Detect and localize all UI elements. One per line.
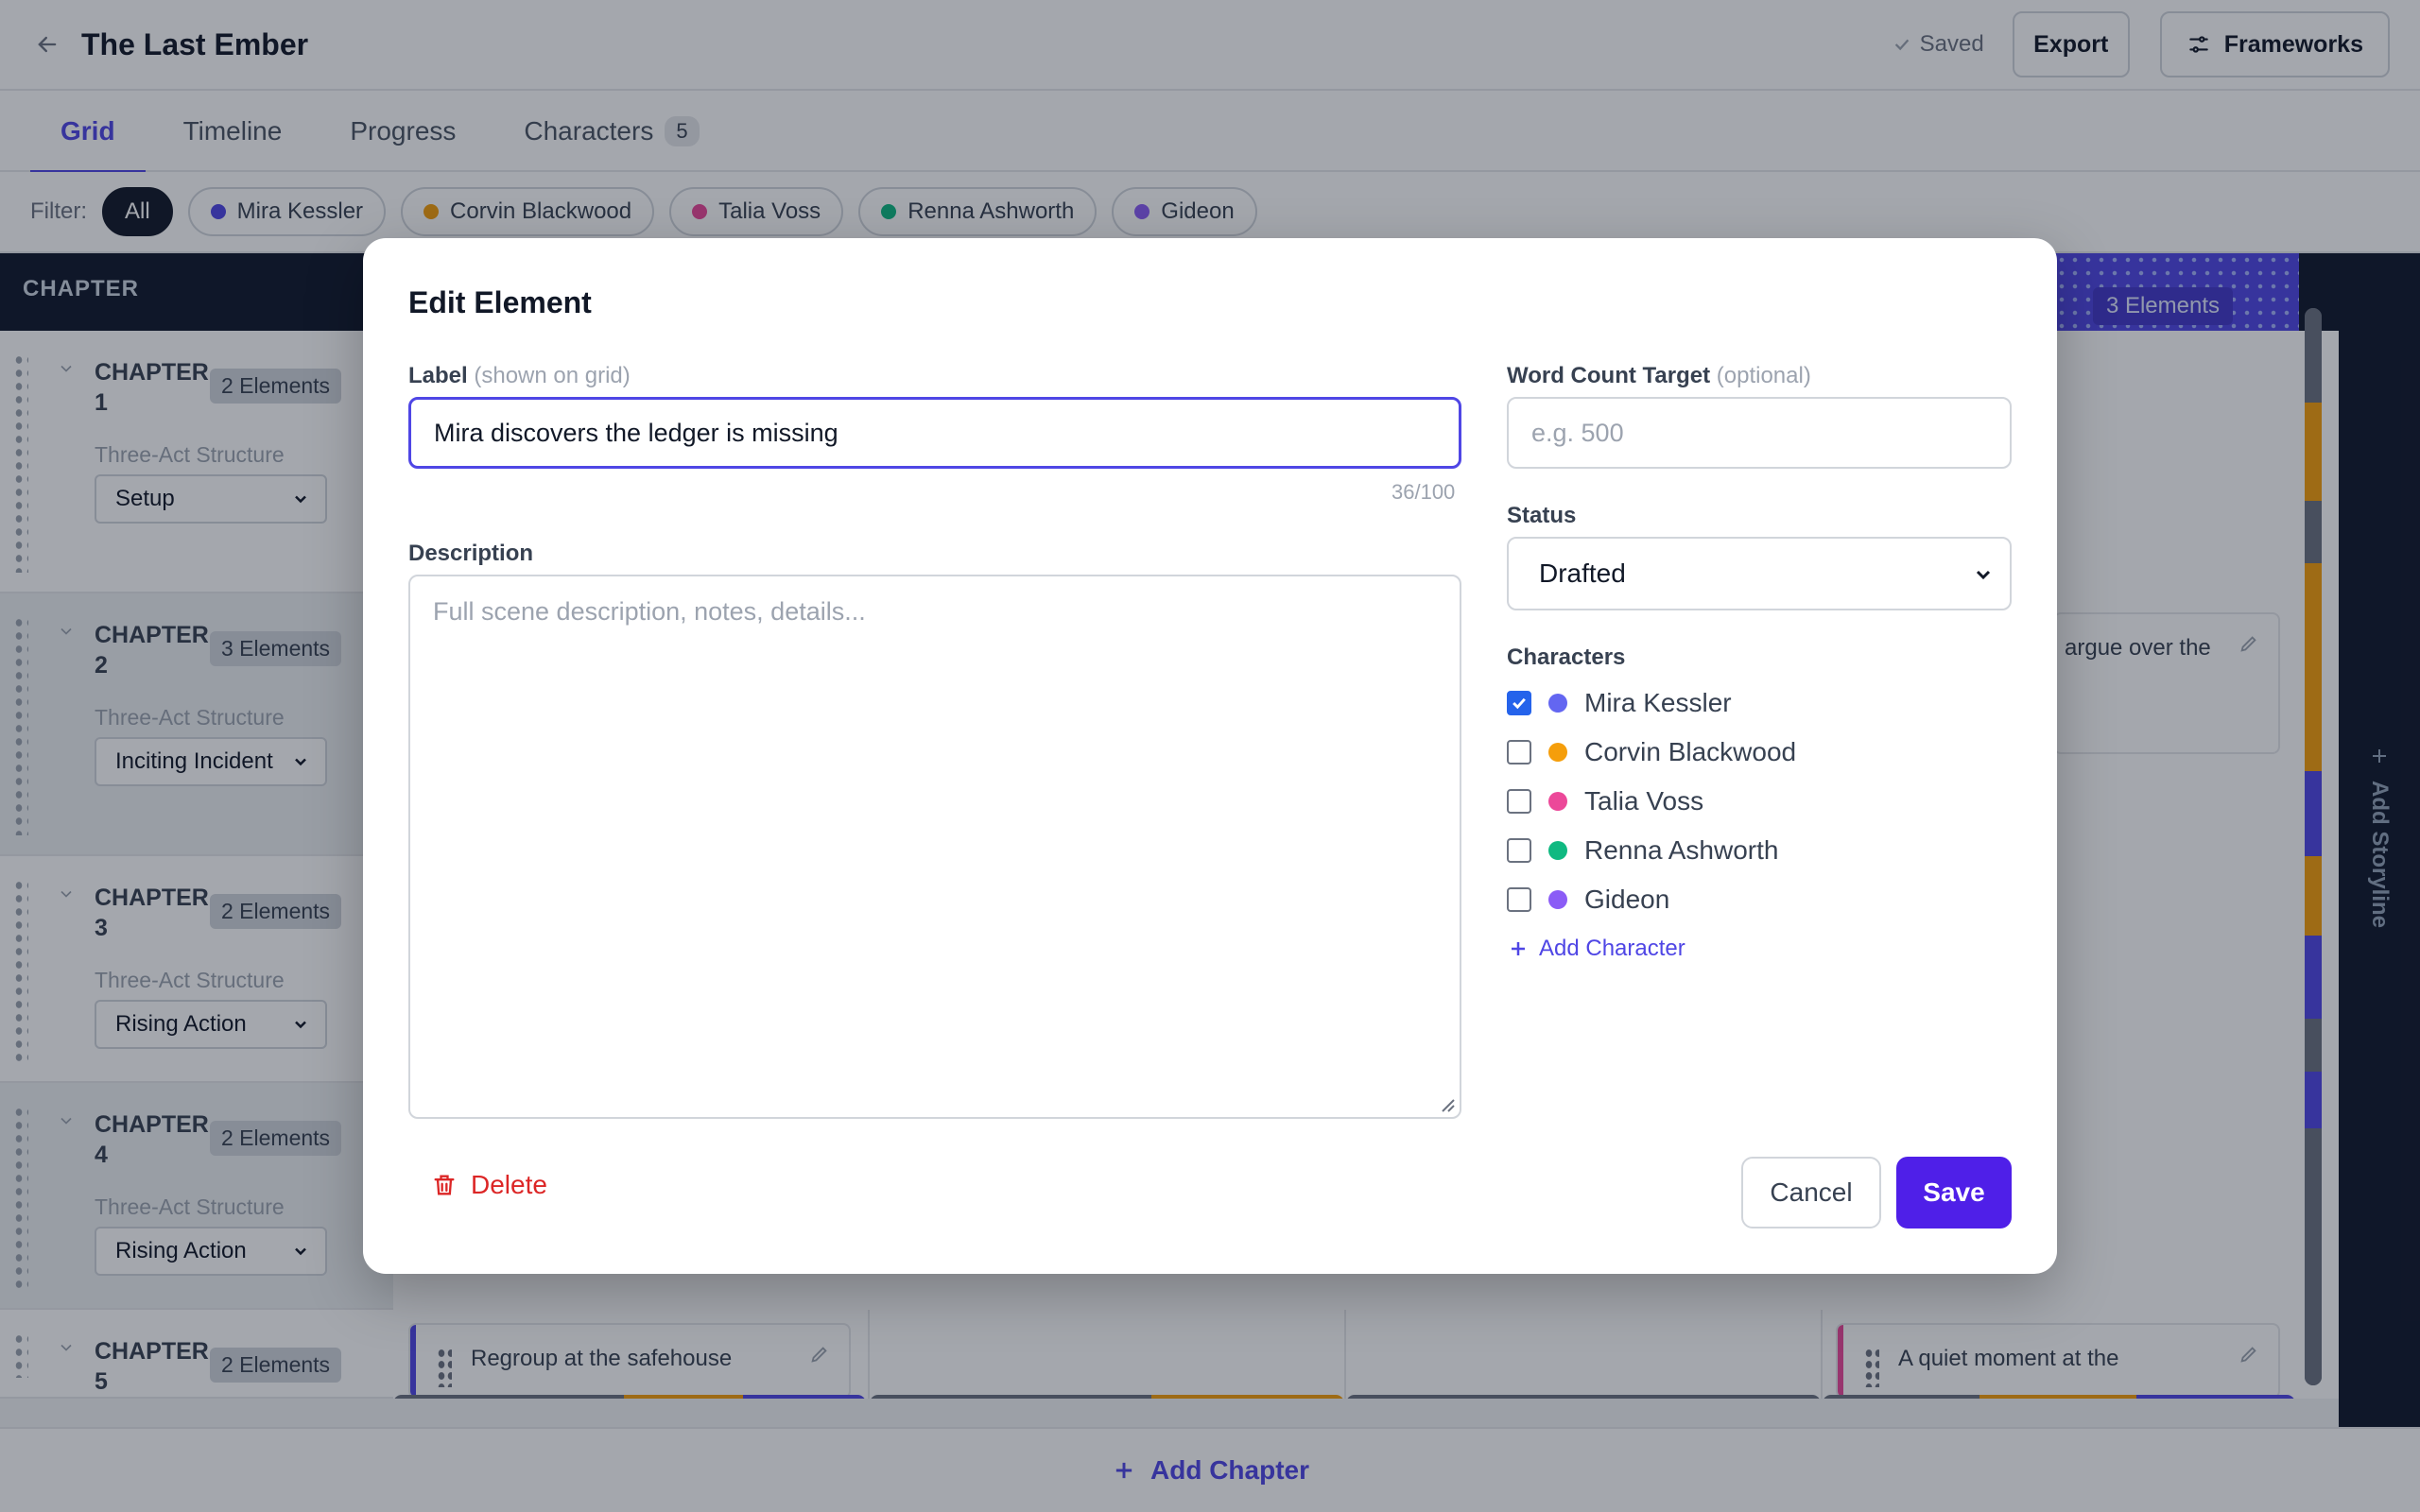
label-hint: (shown on grid) — [474, 363, 631, 388]
word-count-label: Word Count Target (optional) — [1507, 363, 1811, 389]
status-label: Status — [1507, 503, 1577, 528]
save-button[interactable]: Save — [1896, 1157, 2012, 1228]
add-character-link[interactable]: Add Character — [1507, 936, 1685, 962]
color-dot — [1548, 841, 1567, 860]
trash-icon — [434, 1175, 455, 1195]
chevron-down-icon — [1976, 570, 1991, 580]
delete-label: Delete — [471, 1170, 547, 1199]
label-field-label: Label (shown on grid) — [408, 363, 631, 389]
color-dot — [1548, 890, 1567, 909]
description-placeholder: Full scene description, notes, details..… — [433, 597, 866, 626]
color-dot — [1548, 792, 1567, 811]
checkbox[interactable] — [1507, 740, 1531, 765]
characters-label: Characters — [1507, 644, 1626, 670]
character-name: Talia Voss — [1584, 786, 1704, 816]
character-option[interactable]: Gideon — [1507, 885, 1669, 915]
character-name: Gideon — [1584, 885, 1670, 914]
plus-icon — [1512, 942, 1525, 955]
status-select[interactable]: Drafted — [1507, 537, 2012, 610]
check-icon — [1512, 697, 1526, 710]
description-label: Description — [408, 541, 534, 566]
character-option[interactable]: Corvin Blackwood — [1507, 737, 1796, 767]
word-count-input[interactable]: e.g. 500 — [1507, 397, 2012, 469]
character-option[interactable]: Talia Voss — [1507, 786, 1703, 816]
resize-handle-icon[interactable] — [1439, 1096, 1456, 1113]
modal-title: Edit Element — [408, 285, 592, 319]
color-dot — [1548, 743, 1567, 762]
color-dot — [1548, 694, 1567, 713]
checkbox-checked[interactable] — [1507, 691, 1531, 715]
word-count-hint: (optional) — [1716, 363, 1811, 388]
checkbox[interactable] — [1507, 838, 1531, 863]
cancel-button[interactable]: Cancel — [1741, 1157, 1881, 1228]
character-name: Renna Ashworth — [1584, 835, 1779, 865]
character-option[interactable]: Renna Ashworth — [1507, 835, 1778, 866]
checkbox[interactable] — [1507, 789, 1531, 814]
checkbox[interactable] — [1507, 887, 1531, 912]
label-text: Label — [408, 363, 468, 388]
character-name: Corvin Blackwood — [1584, 737, 1797, 766]
edit-element-modal: Edit Element Label (shown on grid) Mira … — [363, 238, 2057, 1274]
status-value: Drafted — [1539, 558, 1626, 588]
label-input[interactable]: Mira discovers the ledger is missing — [408, 397, 1461, 469]
word-count-text: Word Count Target — [1507, 363, 1711, 388]
character-option[interactable]: Mira Kessler — [1507, 688, 1732, 718]
delete-button[interactable]: Delete — [431, 1170, 547, 1200]
character-name: Mira Kessler — [1584, 688, 1732, 717]
char-counter: 36/100 — [1392, 480, 1456, 504]
description-textarea[interactable]: Full scene description, notes, details..… — [408, 575, 1461, 1119]
add-character-label: Add Character — [1539, 936, 1685, 961]
